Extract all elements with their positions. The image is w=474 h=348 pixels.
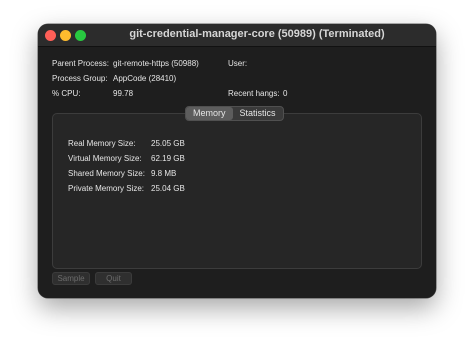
process-group-label: Process Group:: [52, 74, 108, 83]
virtual-memory-label: Virtual Memory Size:: [68, 154, 142, 163]
memory-panel: Real Memory Size: 25.05 GB Virtual Memor…: [52, 113, 422, 269]
private-memory-label: Private Memory Size:: [68, 184, 145, 193]
shared-memory-label: Shared Memory Size:: [68, 169, 145, 178]
real-memory-value: 25.05 GB: [151, 139, 185, 148]
minimize-window-button[interactable]: [60, 30, 71, 41]
process-group-value: AppCode (28410): [113, 74, 177, 83]
recent-hangs-value: 0: [283, 89, 288, 98]
title-bar: git-credential-manager-core (50989) (Ter…: [38, 24, 436, 47]
private-memory-value: 25.04 GB: [151, 184, 185, 193]
tab-statistics[interactable]: Statistics: [233, 107, 283, 120]
window-title: git-credential-manager-core (50989) (Ter…: [129, 28, 385, 40]
quit-button[interactable]: Quit: [95, 272, 132, 285]
virtual-memory-value: 62.19 GB: [151, 154, 185, 163]
parent-process-value: git-remote-https (50988): [113, 59, 199, 68]
real-memory-label: Real Memory Size:: [68, 139, 136, 148]
sample-button[interactable]: Sample: [52, 272, 90, 285]
recent-hangs-label: Recent hangs:: [228, 89, 280, 98]
cpu-value: 99.78: [113, 89, 134, 98]
user-label: User:: [228, 59, 248, 68]
shared-memory-value: 9.8 MB: [151, 169, 177, 178]
close-window-button[interactable]: [45, 30, 56, 41]
parent-process-label: Parent Process:: [52, 59, 109, 68]
tab-control: Memory Statistics: [185, 106, 284, 121]
cpu-label: % CPU:: [52, 89, 81, 98]
zoom-window-button[interactable]: [75, 30, 86, 41]
tab-memory[interactable]: Memory: [186, 107, 233, 120]
process-info-window: git-credential-manager-core (50989) (Ter…: [38, 24, 436, 298]
